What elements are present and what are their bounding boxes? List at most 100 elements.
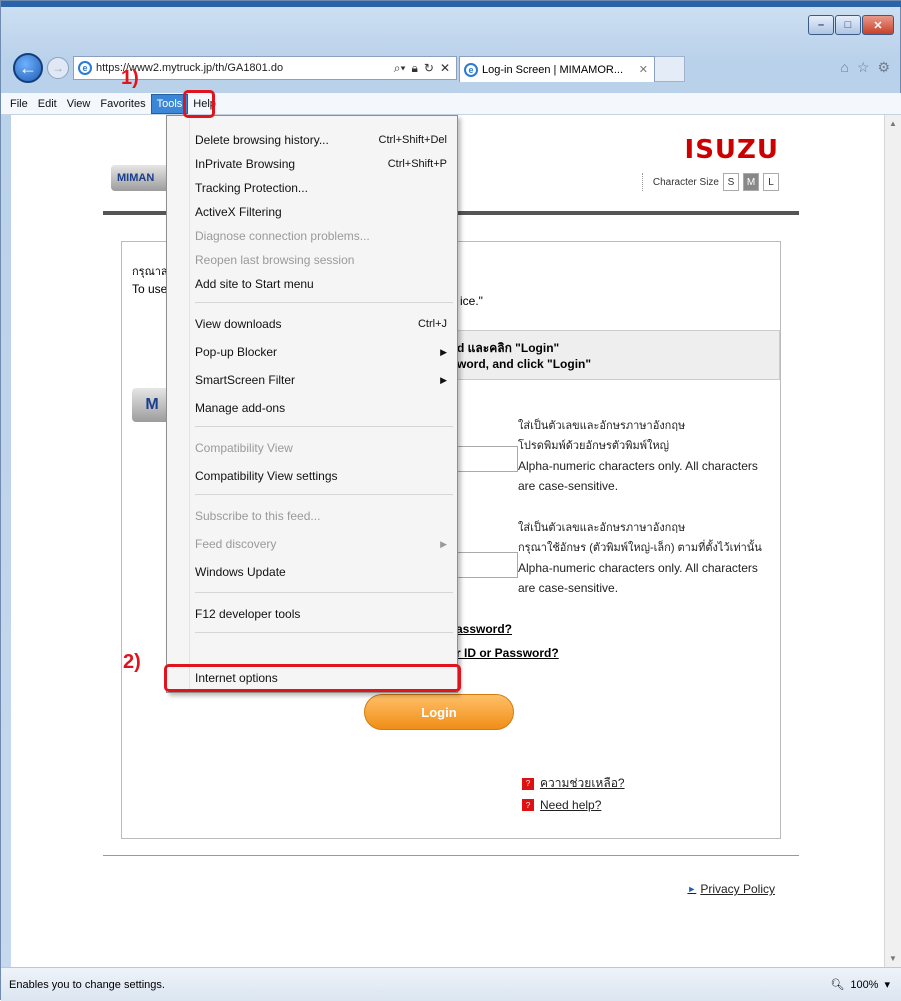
menu-gutter — [189, 118, 190, 692]
menu-item-shortcut: Ctrl+J — [417, 318, 447, 330]
forgot-id-password-link[interactable]: r ID or Password? — [456, 646, 559, 660]
menu-item-label: ActiveX Filtering — [195, 205, 282, 219]
instruction-box: d และคลิก "Login" word, and click "Login… — [450, 330, 780, 380]
intro-english: To use — [132, 282, 168, 296]
menu-item-label: Delete browsing history... — [195, 133, 329, 147]
status-text: Enables you to change settings. — [9, 978, 165, 991]
annotation-step-2: 2) — [123, 651, 141, 673]
search-icon[interactable]: ⌕▾ — [394, 61, 406, 76]
menu-edit[interactable]: Edit — [33, 95, 62, 113]
password-field[interactable] — [452, 552, 518, 578]
menu-item-popup-blocker[interactable]: Pop-up Blocker ▶ — [195, 340, 447, 364]
menu-separator — [195, 494, 453, 495]
hint-thai-1: ใส่เป็นตัวเลขและอักษรภาษาอังกฤษ — [518, 420, 686, 432]
menu-file[interactable]: File — [5, 95, 33, 113]
help-thai[interactable]: ? ความช่วยเหลือ? — [522, 774, 625, 793]
help-thai-link[interactable]: ความช่วยเหลือ? — [540, 774, 625, 793]
favorites-star-icon[interactable]: ☆ — [857, 59, 870, 76]
hint-english: Alpha-numeric characters only. All chara… — [518, 459, 758, 493]
instruction-english: word, and click "Login" — [457, 357, 592, 371]
menu-bar: File Edit View Favorites Tools Help — [1, 93, 901, 115]
zoom-control[interactable]: 🔍︎ 100% ▾ — [830, 978, 890, 992]
user-id-field[interactable] — [452, 446, 518, 472]
annotation-step-1: 1) — [121, 67, 139, 89]
footer-rule — [103, 855, 799, 856]
instruction-thai: d และคลิก "Login" — [457, 341, 560, 355]
menu-item-label: F12 developer tools — [195, 607, 301, 621]
tab-close-icon[interactable]: ✕ — [639, 63, 648, 76]
back-button[interactable]: ← — [13, 53, 43, 83]
menu-item-smartscreen[interactable]: SmartScreen Filter ▶ — [195, 368, 447, 392]
address-url[interactable]: https://www2.mytruck.jp/th/GA1801.do — [96, 62, 394, 74]
privacy-policy-link[interactable]: ► Privacy Policy — [687, 882, 775, 896]
vertical-scrollbar[interactable]: ▲ ▼ — [884, 115, 901, 967]
menu-separator — [195, 592, 453, 593]
menu-item-label: Manage add-ons — [195, 401, 286, 415]
menu-separator — [195, 632, 453, 633]
window-controls: – □ ✕ — [808, 15, 894, 35]
menu-view[interactable]: View — [62, 95, 96, 113]
menu-item-diagnose: Diagnose connection problems... — [195, 224, 447, 248]
menu-item-label: Compatibility View settings — [195, 469, 338, 483]
size-medium-button[interactable]: M — [743, 173, 759, 191]
menu-item-manage-addons[interactable]: Manage add-ons — [195, 396, 447, 420]
menu-item-view-downloads[interactable]: View downloads Ctrl+J — [195, 312, 447, 336]
maximize-button[interactable]: □ — [835, 15, 861, 35]
character-size-control: Character Size S M L — [641, 173, 779, 191]
menu-item-add-to-start[interactable]: Add site to Start menu — [195, 272, 447, 296]
help-english[interactable]: ? Need help? — [522, 798, 601, 812]
chevron-down-icon: ▾ — [884, 979, 890, 991]
menu-item-delete-history[interactable]: Delete browsing history... Ctrl+Shift+De… — [195, 128, 447, 152]
stop-icon[interactable]: ✕ — [440, 61, 450, 76]
isuzu-logo: ISUZU — [684, 135, 779, 165]
browser-toolbar-icons: ⌂ ☆ ⚙ — [840, 59, 890, 76]
tab-title: Log-in Screen | MIMAMOR... — [482, 63, 624, 76]
menu-item-label: Pop-up Blocker — [195, 345, 278, 359]
status-bar: Enables you to change settings. 🔍︎ 100% … — [1, 967, 901, 1001]
menu-item-compat-settings[interactable]: Compatibility View settings — [195, 464, 447, 488]
zoom-icon: 🔍︎ — [830, 979, 845, 991]
minimize-button[interactable]: – — [808, 15, 834, 35]
size-small-button[interactable]: S — [723, 173, 739, 191]
help-english-link[interactable]: Need help? — [540, 798, 601, 812]
arrow-right-icon: ► — [687, 884, 697, 894]
refresh-icon[interactable]: ↻ — [424, 61, 434, 76]
menu-item-label: Reopen last browsing session — [195, 253, 355, 267]
privacy-policy-label[interactable]: Privacy Policy — [700, 882, 775, 896]
gear-icon[interactable]: ⚙ — [877, 59, 890, 76]
size-large-button[interactable]: L — [763, 173, 779, 191]
menu-item-label: View downloads — [195, 317, 282, 331]
password-hint: ใส่เป็นตัวเลขและอักษรภาษาอังกฤษ กรุณาใช้… — [518, 518, 778, 598]
scroll-up-icon[interactable]: ▲ — [889, 119, 897, 128]
help-icon: ? — [522, 799, 534, 811]
scroll-down-icon[interactable]: ▼ — [889, 954, 897, 963]
menu-item-activex-filtering[interactable]: ActiveX Filtering — [195, 200, 447, 224]
menu-favorites[interactable]: Favorites — [95, 95, 150, 113]
menu-item-shortcut: Ctrl+Shift+P — [387, 158, 447, 170]
menu-item-label: Windows Update — [195, 565, 286, 579]
menu-item-inprivate[interactable]: InPrivate Browsing Ctrl+Shift+P — [195, 152, 447, 176]
submenu-arrow-icon: ▶ — [440, 374, 447, 385]
hint-thai-2: กรุณาใช้อักษร (ตัวพิมพ์ใหญ่-เล็ก) ตามที่… — [518, 542, 762, 554]
tab-login-screen[interactable]: e Log-in Screen | MIMAMOR... ✕ — [459, 56, 655, 82]
menu-item-label: Tracking Protection... — [195, 181, 308, 195]
home-icon[interactable]: ⌂ — [840, 59, 848, 76]
lock-icon[interactable]: 🔒︎ — [411, 61, 417, 76]
forward-button[interactable]: → — [47, 57, 69, 79]
new-tab-button[interactable] — [655, 56, 685, 82]
menu-item-windows-update[interactable]: Windows Update — [195, 560, 447, 584]
menu-item-tracking-protection[interactable]: Tracking Protection... — [195, 176, 447, 200]
menu-item-label: SmartScreen Filter — [195, 373, 296, 387]
submenu-arrow-icon: ▶ — [440, 538, 447, 549]
menu-item-label: Subscribe to this feed... — [195, 509, 321, 523]
login-button[interactable]: Login — [364, 694, 514, 730]
forgot-password-link[interactable]: assword? — [456, 622, 512, 636]
menu-item-f12-tools[interactable]: F12 developer tools — [195, 602, 447, 626]
close-button[interactable]: ✕ — [862, 15, 894, 35]
address-tools: ⌕▾ 🔒︎ ↻ ✕ — [394, 61, 456, 76]
hint-thai-2: โปรดพิมพ์ด้วยอักษรตัวพิมพ์ใหญ่ — [518, 440, 669, 452]
menu-item-shortcut: Ctrl+Shift+Del — [378, 134, 447, 146]
title-bar-strip — [1, 1, 901, 7]
intro-english-tail: ice." — [460, 294, 483, 308]
help-icon: ? — [522, 777, 534, 790]
